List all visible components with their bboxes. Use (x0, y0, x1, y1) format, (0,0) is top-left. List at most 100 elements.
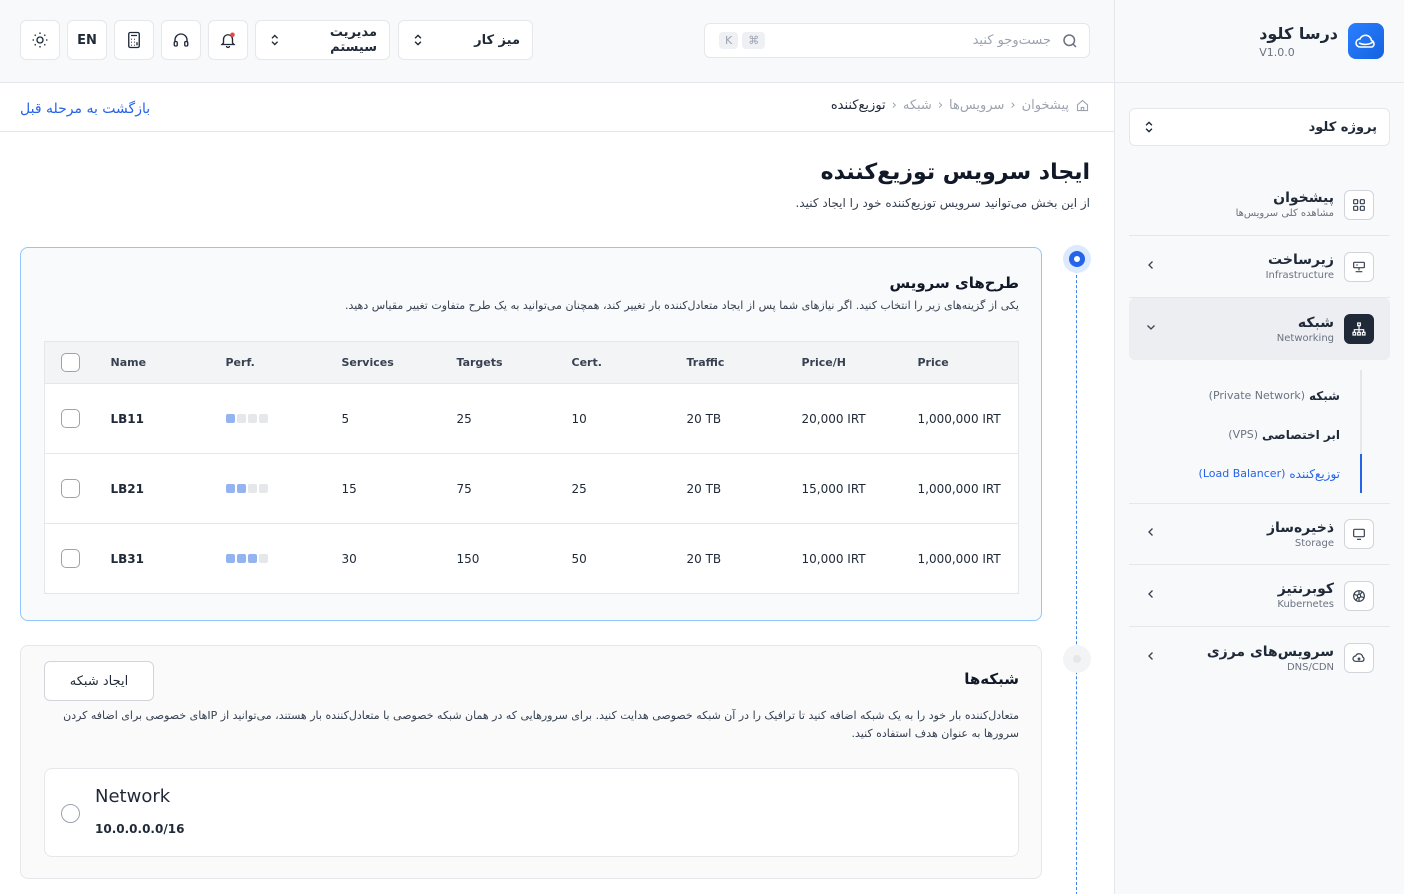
cert-value: 50 (571, 523, 687, 594)
breadcrumb-item[interactable]: پیشخوان (1022, 98, 1069, 113)
server-icon (1344, 251, 1374, 282)
card-title: شبکه‌ها (964, 670, 1019, 688)
targets-value: 75 (456, 453, 572, 524)
table-row[interactable]: LB21 15 75 25 20 TB 15,000 IRT 1,000,000… (44, 453, 1019, 524)
cloud-upload-icon (1344, 643, 1374, 673)
plan-name: LB21 (110, 453, 226, 524)
table-row[interactable]: LB31 30 150 50 20 TB 10,000 IRT 1,000,00… (44, 523, 1019, 594)
bell-icon (220, 32, 236, 49)
step-indicator-active (1063, 245, 1091, 273)
row-checkbox[interactable] (61, 409, 80, 428)
grid-icon (1344, 189, 1374, 220)
sidebar-item-edge-services[interactable]: سرویس‌های مرزی DNS/CDN (1129, 627, 1390, 689)
subnav-item-vps[interactable]: ابر اختصاصی (VPS) (1129, 415, 1360, 454)
network-radio[interactable] (61, 804, 80, 823)
breadcrumb-item[interactable]: سرویس‌ها (949, 98, 1004, 113)
card-description: یکی از گزینه‌های زیر را انتخاب کنید. اگر… (344, 299, 1019, 312)
breadcrumb-current: توزیع‌کننده (830, 98, 886, 113)
networks-card: شبکه‌ها ایجاد شبکه متعادل‌کننده بار خود … (20, 645, 1042, 879)
select-all-checkbox[interactable] (61, 353, 80, 372)
brand-name: درسا کلود (1259, 23, 1338, 43)
home-icon[interactable] (1075, 98, 1090, 113)
table-row[interactable]: LB11 5 25 10 20 TB 20,000 IRT 1,000,000 … (44, 383, 1019, 454)
sidebar-item-storage[interactable]: ذخیره‌ساز Storage (1129, 503, 1390, 565)
subnav-item-private-network[interactable]: شبکه (Private Network) (1129, 376, 1360, 415)
card-description-line: سرورها به عنوان هدف استفاده کنید. (851, 727, 1020, 740)
performance-meter (225, 553, 268, 563)
system-select[interactable]: مدیریت سیستم (255, 20, 390, 60)
price-value: 1,000,000 IRT (917, 383, 1019, 454)
targets-value: 25 (456, 383, 572, 454)
traffic-value: 20 TB (686, 453, 802, 524)
language-button[interactable]: EN (67, 20, 107, 60)
workspace-select-label: میز کار (474, 32, 520, 48)
kubernetes-icon (1344, 580, 1374, 611)
sidebar-item-title: شبکه (1297, 314, 1334, 331)
back-link[interactable]: بازگشت به مرحله قبل (20, 101, 150, 117)
performance-meter (225, 413, 268, 423)
calculator-button[interactable] (114, 20, 154, 60)
row-checkbox[interactable] (61, 549, 80, 568)
sidebar-item-subtitle: Networking (1276, 332, 1334, 344)
column-header: Price (917, 341, 1019, 384)
targets-value: 150 (456, 523, 572, 594)
headphones-icon (173, 33, 189, 47)
table-header-row: Name Perf. Services Targets Cert. Traffi… (44, 341, 1019, 384)
brand-version: V1.0.0 (1259, 45, 1295, 59)
sun-icon (32, 32, 48, 48)
card-title: طرح‌های سرویس (889, 274, 1019, 292)
chevron-left-icon (1141, 526, 1161, 542)
page-title: ایجاد سرویس توزیع‌کننده (820, 160, 1090, 185)
cloud-logo-icon (1348, 23, 1384, 59)
chevron-up-down-icon (1145, 121, 1153, 133)
project-select-label: پروژه کلود (1308, 119, 1377, 135)
services-value: 15 (341, 453, 457, 524)
workspace-select[interactable]: میز کار (398, 20, 533, 60)
subnav-item-load-balancer[interactable]: توزیع‌کننده (Load Balancer) (1129, 454, 1362, 493)
create-network-button[interactable]: ایجاد شبکه (44, 661, 154, 701)
sidebar-item-infrastructure[interactable]: زیرساخت Infrastructure (1129, 236, 1390, 298)
sidebar-item-dashboard[interactable]: پیشخوان مشاهده کلی سرویس‌ها (1129, 174, 1390, 236)
storage-icon (1344, 519, 1374, 549)
chevron-left-icon: ‹ (937, 98, 944, 113)
network-cidr: 10.0.0.0.0/16 (95, 822, 185, 836)
support-button[interactable] (161, 20, 201, 60)
subnav-item-label: توزیع‌کننده (1289, 466, 1340, 481)
search-input[interactable]: جست‌وجو کنید ⌘ K (704, 23, 1090, 58)
chevron-down-icon (1141, 321, 1161, 337)
theme-toggle-button[interactable] (20, 20, 60, 60)
row-checkbox[interactable] (61, 479, 80, 498)
shortcut-cmd-key: ⌘ (742, 32, 766, 49)
system-select-label: مدیریت سیستم (329, 25, 377, 55)
search-icon (1063, 33, 1077, 48)
performance-meter (225, 483, 268, 493)
project-select[interactable]: پروژه کلود (1129, 108, 1390, 146)
top-bar: EN مدیریت سیستم میز کار جست‌وجو کنید ⌘ K (0, 0, 1114, 83)
network-name: Network (95, 786, 171, 807)
sidebar-item-networking[interactable]: شبکه Networking (1129, 298, 1390, 360)
breadcrumb-item[interactable]: شبکه (903, 98, 932, 113)
sidebar-item-subtitle: مشاهده کلی سرویس‌ها (1235, 208, 1334, 219)
sidebar-item-kubernetes[interactable]: کوبرنتیز Kubernetes (1129, 565, 1390, 627)
price-hourly-value: 10,000 IRT (801, 523, 918, 594)
sidebar-item-title: کوبرنتیز (1277, 581, 1334, 597)
search-placeholder: جست‌وجو کنید (972, 33, 1051, 48)
subnav-item-en: (Load Balancer) (1198, 467, 1286, 480)
sidebar-nav: پیشخوان مشاهده کلی سرویس‌ها زیرساخت Infr… (1115, 174, 1404, 689)
column-header: Cert. (571, 341, 687, 384)
service-plans-card: طرح‌های سرویس یکی از گزینه‌های زیر را ان… (20, 247, 1042, 621)
sidebar-item-subtitle: Kubernetes (1277, 599, 1334, 610)
sidebar-item-title: ذخیره‌ساز (1266, 519, 1334, 536)
breadcrumb-bar: بازگشت به مرحله قبل پیشخوان ‹ سرویس‌ها ‹… (0, 84, 1114, 132)
notifications-button[interactable] (208, 20, 248, 60)
price-hourly-value: 15,000 IRT (801, 453, 918, 524)
plan-name: LB31 (110, 523, 226, 594)
calculator-icon (128, 31, 140, 49)
brand: درسا کلود V1.0.0 (1115, 0, 1404, 83)
network-option[interactable]: Network 10.0.0.0.0/16 (44, 768, 1019, 857)
chevron-up-down-icon (271, 34, 279, 46)
subnav-item-label: شبکه (1309, 388, 1340, 403)
sidebar-item-subtitle: Infrastructure (1265, 270, 1334, 281)
column-header: Name (110, 341, 226, 384)
networking-subnav: شبکه (Private Network) ابر اختصاصی (VPS)… (1129, 370, 1362, 493)
